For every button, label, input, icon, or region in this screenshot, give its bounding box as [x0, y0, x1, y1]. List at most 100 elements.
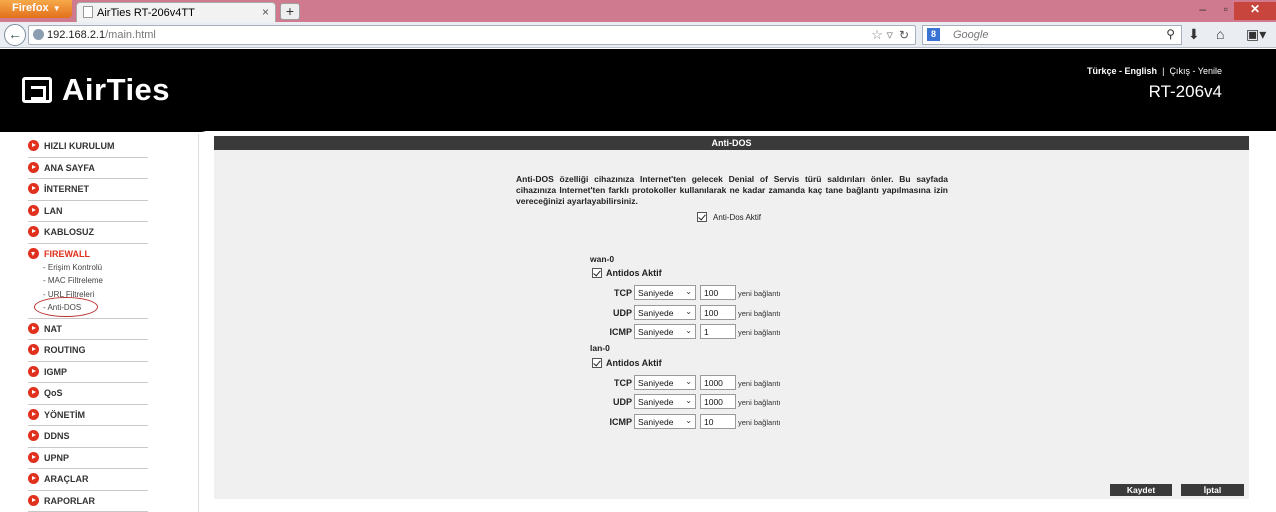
sidebar-item-firewall[interactable]: FIREWALL: [28, 244, 148, 261]
browser-navbar: ← 192.168.2.1/main.html ☆ ▿ ↻ 8 Google ⚲…: [0, 22, 1276, 48]
anti-dos-panel: Anti-DOS Anti-DOS özelliği cihazınıza In…: [214, 136, 1249, 499]
protocol-label: ICMP: [609, 417, 633, 427]
connection-limit-input[interactable]: 10: [700, 414, 736, 429]
url-host: 192.168.2.1: [47, 29, 106, 41]
sidebar-item-label: KABLOSUZ: [44, 227, 94, 237]
url-bar[interactable]: 192.168.2.1/main.html ☆ ▿ ↻: [28, 25, 916, 45]
connection-limit-input[interactable]: 100: [700, 285, 736, 300]
sidebar-item-hizli-kurulum[interactable]: HIZLI KURULUM: [28, 136, 148, 158]
sidebar-item-nat[interactable]: NAT: [28, 319, 148, 340]
submenu-item-erisim-kontrolu[interactable]: - Erişim Kontrolü: [28, 261, 148, 275]
back-arrow-icon[interactable]: ←: [4, 24, 26, 46]
arrow-bullet-icon: [28, 140, 39, 151]
protocol-label: TCP: [614, 288, 632, 298]
save-button[interactable]: Kaydet: [1110, 484, 1172, 496]
sidebar-item-label: DDNS: [44, 431, 70, 441]
protocol-label: UDP: [612, 397, 632, 407]
firefox-menu-button[interactable]: Firefox ▼: [0, 0, 72, 18]
sidebar-item-kablosuz[interactable]: KABLOSUZ: [28, 222, 148, 244]
reload-icon[interactable]: ↻: [899, 28, 909, 42]
minimize-icon[interactable]: –: [1199, 2, 1206, 16]
chevron-down-icon: ⌄: [685, 326, 692, 335]
browser-tab[interactable]: AirTies RT-206v4TT ×: [76, 2, 276, 22]
protocol-label: ICMP: [609, 327, 633, 337]
sidebar-item-araclar[interactable]: ARAÇLAR: [28, 469, 148, 491]
search-input[interactable]: 8 Google ⚲: [922, 25, 1182, 45]
sidebar-item-ana-sayfa[interactable]: ANA SAYFA: [28, 158, 148, 179]
lan-antidos-label: Antidos Aktif: [606, 358, 662, 368]
search-placeholder: Google: [953, 29, 989, 41]
lan-antidos-toggle[interactable]: Antidos Aktif: [592, 358, 662, 368]
connection-limit-input[interactable]: 1000: [700, 375, 736, 390]
page-icon: [83, 6, 93, 18]
global-antidos-toggle[interactable]: Anti-Dos Aktif: [697, 212, 761, 222]
period-value: Saniyede: [638, 417, 674, 427]
sidebar-item-qos[interactable]: QoS: [28, 383, 148, 405]
lang-english-link[interactable]: English: [1125, 66, 1158, 76]
global-antidos-checkbox[interactable]: [697, 212, 707, 222]
arrow-bullet-icon: [28, 204, 39, 216]
sidebar-item-label: NAT: [44, 323, 62, 334]
period-value: Saniyede: [638, 397, 674, 407]
download-icon[interactable]: ⬇: [1188, 26, 1200, 43]
period-select[interactable]: Saniyede ⌄: [634, 414, 696, 429]
globe-icon: [33, 29, 44, 40]
sidebar-item-label: ROUTING: [44, 345, 86, 355]
period-select[interactable]: Saniyede ⌄: [634, 305, 696, 320]
sidebar-item-raporlar[interactable]: RAPORLAR: [28, 491, 148, 512]
interface-label-lan: lan-0: [590, 343, 610, 353]
sidebar-item-internet[interactable]: İNTERNET: [28, 179, 148, 201]
header-decoration: [0, 118, 215, 132]
chevron-down-icon: ⌄: [685, 307, 692, 316]
search-engine-icon: 8: [927, 28, 940, 41]
arrow-bullet-icon: [28, 322, 39, 334]
browser-titlebar: Firefox ▼ AirTies RT-206v4TT × + – ▫ ✕: [0, 0, 1276, 22]
lang-turkish-link[interactable]: Türkçe: [1087, 66, 1117, 76]
period-select[interactable]: Saniyede ⌄: [634, 285, 696, 300]
cancel-button[interactable]: İptal: [1181, 484, 1244, 496]
interface-label-wan: wan-0: [590, 254, 615, 264]
period-value: Saniyede: [638, 288, 674, 298]
sidebar-item-routing[interactable]: ROUTING: [28, 340, 148, 362]
wan-antidos-toggle[interactable]: Antidos Aktif: [592, 268, 662, 278]
wan-antidos-label: Antidos Aktif: [606, 268, 662, 278]
new-tab-button[interactable]: +: [280, 3, 300, 20]
sidebar-item-label: QoS: [44, 388, 63, 398]
submenu-item-anti-dos[interactable]: - Anti-DOS: [28, 297, 148, 317]
lan-antidos-checkbox[interactable]: [592, 358, 602, 368]
sidebar-item-upnp[interactable]: UPNP: [28, 448, 148, 469]
sidebar-item-lan[interactable]: LAN: [28, 201, 148, 222]
home-icon[interactable]: ⌂: [1216, 26, 1224, 42]
refresh-link[interactable]: Yenile: [1198, 66, 1222, 76]
global-antidos-label: Anti-Dos Aktif: [713, 213, 762, 222]
arrow-bullet-icon: [28, 408, 39, 420]
arrow-bullet-icon: [28, 365, 39, 377]
sidebar-item-igmp[interactable]: IGMP: [28, 362, 148, 383]
bookmark-star-icon[interactable]: ☆ ▿: [871, 27, 893, 43]
arrow-bullet-icon: [28, 473, 39, 484]
tab-close-icon[interactable]: ×: [262, 5, 269, 19]
period-select[interactable]: Saniyede ⌄: [634, 324, 696, 339]
connection-limit-input[interactable]: 100: [700, 305, 736, 320]
period-select[interactable]: Saniyede ⌄: [634, 375, 696, 390]
arrow-bullet-icon: [28, 387, 39, 398]
maximize-icon[interactable]: ▫: [1224, 2, 1228, 16]
submenu-item-mac-filtreleme[interactable]: - MAC Filtreleme: [28, 274, 148, 288]
sidebar-item-ddns[interactable]: DDNS: [28, 426, 148, 448]
connection-limit-input[interactable]: 1000: [700, 394, 736, 409]
lang-separator: -: [1116, 66, 1125, 76]
wan-antidos-checkbox[interactable]: [592, 268, 602, 278]
search-icon[interactable]: ⚲: [1166, 27, 1175, 41]
arrow-bullet-icon: [28, 183, 39, 194]
window-close-button[interactable]: ✕: [1234, 2, 1276, 20]
url-path: /main.html: [105, 29, 156, 41]
logout-link[interactable]: Çıkış: [1169, 66, 1190, 76]
device-model: RT-206v4: [1148, 82, 1222, 101]
protocol-label: UDP: [612, 308, 632, 318]
unit-label: yeni bağlantı: [738, 289, 781, 298]
menu-icon[interactable]: ▣▾: [1246, 26, 1266, 43]
sidebar-item-yonetim[interactable]: YÖNETİM: [28, 405, 148, 426]
period-select[interactable]: Saniyede ⌄: [634, 394, 696, 409]
connection-limit-input[interactable]: 1: [700, 324, 736, 339]
unit-label: yeni bağlantı: [738, 328, 781, 337]
